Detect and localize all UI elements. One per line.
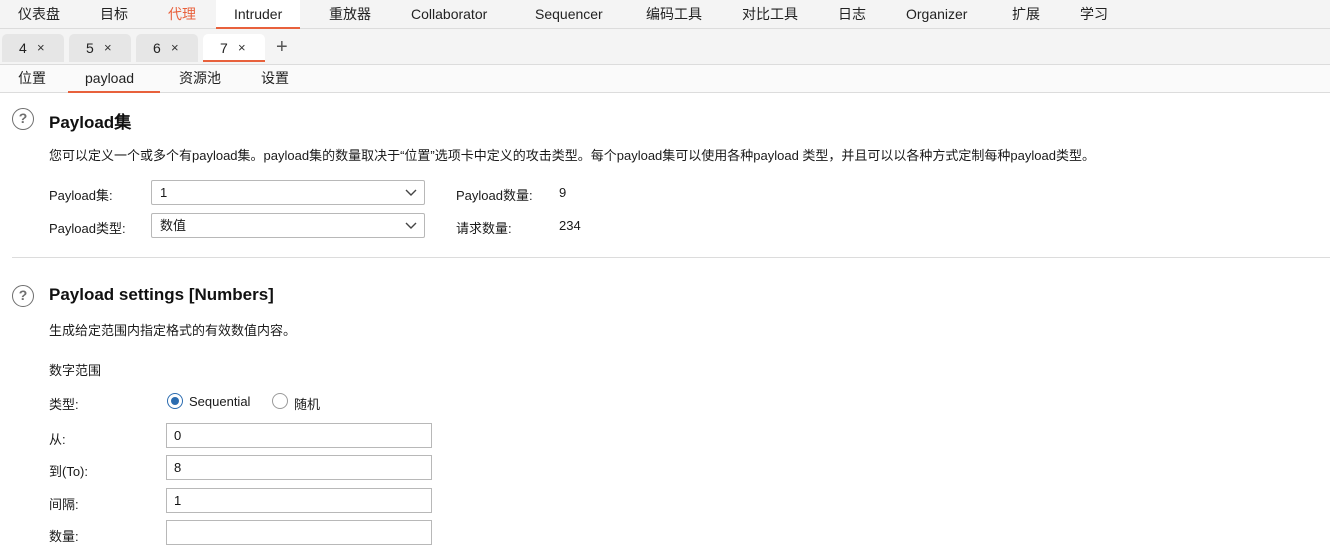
attack-tab-7[interactable]: 7 × <box>203 34 265 62</box>
nav-comparer[interactable]: 对比工具 <box>742 0 798 29</box>
section-description: 生成给定范围内指定格式的有效数值内容。 <box>49 323 297 338</box>
nav-dashboard[interactable]: 仪表盘 <box>18 0 60 29</box>
to-input[interactable] <box>166 455 432 480</box>
close-icon[interactable]: × <box>37 34 45 62</box>
section-title-payload-sets: Payload集 <box>49 113 132 132</box>
chevron-down-icon <box>405 189 417 196</box>
from-input[interactable] <box>166 423 432 448</box>
plus-icon[interactable]: + <box>276 35 288 59</box>
random-radio-label[interactable]: 随机 <box>294 394 320 413</box>
attack-tab-label: 5 <box>86 40 94 56</box>
nav-decoder[interactable]: 编码工具 <box>646 0 702 29</box>
payload-count-label: Payload数量: <box>456 188 533 203</box>
section-title-payload-settings: Payload settings [Numbers] <box>49 285 274 304</box>
close-icon[interactable]: × <box>171 34 179 62</box>
attack-tab-label: 7 <box>220 40 228 56</box>
nav-target[interactable]: 目标 <box>100 0 128 29</box>
question-circle-icon[interactable]: ? <box>12 285 34 307</box>
payload-set-select[interactable]: 1 <box>151 180 425 205</box>
section-description: 您可以定义一个或多个有payload集。payload集的数量取决于“位置”选项… <box>49 148 1095 163</box>
close-icon[interactable]: × <box>104 34 112 62</box>
tab-payloads[interactable]: payload <box>68 65 160 93</box>
nav-learn[interactable]: 学习 <box>1080 0 1108 29</box>
payload-type-select[interactable]: 数值 <box>151 213 425 238</box>
tab-positions[interactable]: 位置 <box>18 65 46 93</box>
nav-intruder[interactable]: Intruder <box>216 0 301 29</box>
question-circle-icon[interactable]: ? <box>12 108 34 130</box>
nav-organizer[interactable]: Organizer <box>906 0 967 29</box>
chevron-down-icon <box>405 222 417 229</box>
top-nav: 仪表盘 目标 代理 Intruder 重放器 Collaborator Sequ… <box>0 0 1330 29</box>
payload-type-value: 数值 <box>160 218 187 233</box>
nav-sequencer[interactable]: Sequencer <box>535 0 603 29</box>
attack-tab-label: 6 <box>153 40 161 56</box>
section-divider <box>12 257 1330 258</box>
sub-tab-row: 位置 payload 资源池 设置 <box>0 65 1330 93</box>
tab-settings[interactable]: 设置 <box>261 65 289 93</box>
payload-set-label: Payload集: <box>49 188 113 203</box>
range-type-label: 类型: <box>49 397 79 412</box>
tab-resource-pool[interactable]: 资源池 <box>179 65 221 93</box>
to-label: 到(To): <box>49 464 89 479</box>
attack-tab-4[interactable]: 4 × <box>2 34 64 62</box>
step-label: 间隔: <box>49 497 79 512</box>
nav-collaborator[interactable]: Collaborator <box>411 0 487 29</box>
how-many-label: 数量: <box>49 529 79 544</box>
sequential-radio-label[interactable]: Sequential <box>189 394 250 409</box>
how-many-input[interactable] <box>166 520 432 545</box>
nav-logger[interactable]: 日志 <box>838 0 866 29</box>
payload-count-value: 9 <box>559 185 567 200</box>
nav-extensions[interactable]: 扩展 <box>1012 0 1040 29</box>
number-range-heading: 数字范围 <box>49 363 102 378</box>
close-icon[interactable]: × <box>238 34 246 62</box>
nav-proxy[interactable]: 代理 <box>168 0 196 29</box>
payload-type-label: Payload类型: <box>49 221 126 236</box>
sequential-radio[interactable] <box>167 393 183 409</box>
attack-tab-label: 4 <box>19 40 27 56</box>
from-label: 从: <box>49 432 66 447</box>
attack-tab-5[interactable]: 5 × <box>69 34 131 62</box>
random-radio[interactable] <box>272 393 288 409</box>
payload-set-value: 1 <box>160 185 168 200</box>
request-count-value: 234 <box>559 218 581 233</box>
attack-tab-6[interactable]: 6 × <box>136 34 198 62</box>
nav-repeater[interactable]: 重放器 <box>329 0 371 29</box>
attack-tab-row: 4 × 5 × 6 × 7 × <box>0 29 1330 65</box>
step-input[interactable] <box>166 488 432 513</box>
request-count-label: 请求数量: <box>456 221 512 236</box>
